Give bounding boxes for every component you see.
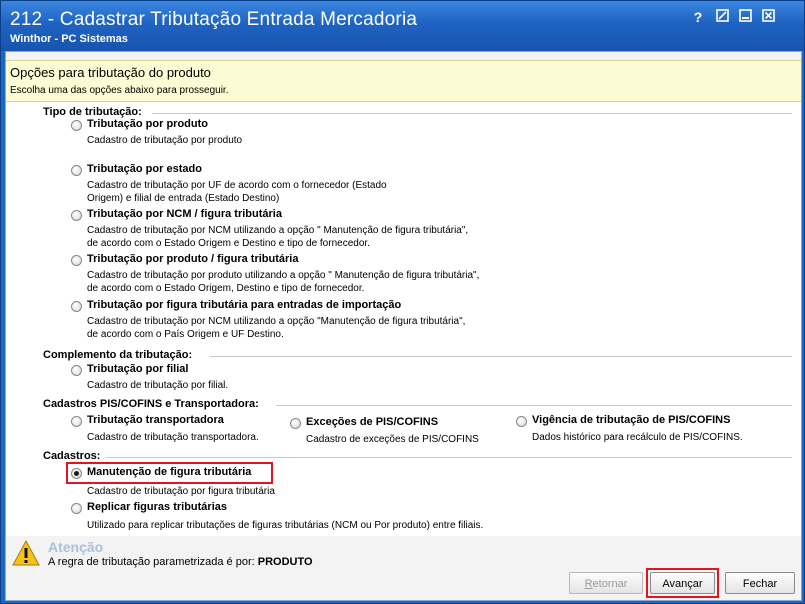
- option-manutencao-label[interactable]: Manutenção de figura tributária: [87, 466, 251, 478]
- warning-title: Atenção: [48, 539, 104, 555]
- radio-transportadora[interactable]: [71, 416, 82, 427]
- help-icon[interactable]: ?: [689, 8, 707, 26]
- option-transportadora-label[interactable]: Tributação transportadora: [87, 414, 224, 426]
- option-por-produto-label[interactable]: Tributação por produto: [87, 118, 208, 130]
- header-subtitle: Escolha uma das opções abaixo para pross…: [10, 85, 229, 96]
- option-por-ncm-desc-1: Cadastro de tributação por NCM utilizand…: [87, 225, 469, 236]
- fechar-button[interactable]: Fechar: [725, 572, 795, 594]
- option-por-filial-label[interactable]: Tributação por filial: [87, 363, 188, 375]
- warning-text: A regra de tributação parametrizada é po…: [48, 556, 313, 568]
- radio-importacao[interactable]: [71, 301, 82, 312]
- warning-message: A regra de tributação parametrizada é po…: [48, 556, 255, 568]
- header-panel: Opções para tributação do produto Escolh…: [6, 60, 801, 102]
- option-vigencia-label[interactable]: Vigência de tributação de PIS/COFINS: [532, 414, 730, 426]
- option-por-produto-desc: Cadastro de tributação por produto: [87, 135, 243, 146]
- avancar-button[interactable]: Avançar: [650, 572, 715, 594]
- option-por-produto-figura-desc-2: de acordo com o Estado Origem, Destino e…: [87, 283, 365, 294]
- option-por-estado-label[interactable]: Tributação por estado: [87, 163, 202, 175]
- option-excecoes-desc: Cadastro de exceções de PIS/COFINS: [306, 434, 479, 445]
- radio-replicar[interactable]: [71, 503, 82, 514]
- group-complemento-label: Complemento da tributação:: [43, 349, 193, 361]
- group-tipo-divider: [152, 113, 792, 114]
- option-importacao-label[interactable]: Tributação por figura tributária para en…: [87, 299, 401, 311]
- radio-por-estado[interactable]: [71, 165, 82, 176]
- option-por-produto-figura-desc-1: Cadastro de tributação por produto utili…: [87, 270, 480, 281]
- retornar-button[interactable]: Retornar: [569, 572, 643, 594]
- radio-por-ncm[interactable]: [71, 210, 82, 221]
- group-complemento-divider: [210, 356, 792, 357]
- radio-por-produto[interactable]: [71, 120, 82, 131]
- client-area: Opções para tributação do produto Escolh…: [5, 51, 802, 601]
- radio-excecoes[interactable]: [290, 418, 301, 429]
- application-window: 212 - Cadastrar Tributação Entrada Merca…: [0, 0, 805, 604]
- option-vigencia-desc: Dados histórico para recálculo de PIS/CO…: [532, 432, 743, 443]
- warning-value: PRODUTO: [257, 556, 313, 568]
- maximize-icon[interactable]: [713, 8, 731, 26]
- title-bar[interactable]: 212 - Cadastrar Tributação Entrada Merca…: [1, 1, 804, 51]
- header-title: Opções para tributação do produto: [10, 65, 211, 80]
- option-por-ncm-label[interactable]: Tributação por NCM / figura tributária: [87, 208, 282, 220]
- option-por-estado-desc-2: Origem) e filial de entrada (Estado Dest…: [87, 193, 280, 204]
- option-replicar-desc: Utilizado para replicar tributações de f…: [87, 520, 484, 531]
- radio-vigencia[interactable]: [516, 416, 527, 427]
- option-importacao-desc-1: Cadastro de tributação por NCM utilizand…: [87, 316, 466, 327]
- radio-por-produto-figura[interactable]: [71, 255, 82, 266]
- option-por-filial-desc: Cadastro de tributação por filial.: [87, 380, 229, 391]
- group-cadastros-label: Cadastros:: [43, 450, 101, 462]
- warning-icon: [12, 539, 40, 566]
- option-manutencao-desc: Cadastro de tributação por figura tribut…: [87, 486, 275, 497]
- radio-manutencao[interactable]: [71, 468, 82, 479]
- group-tipo-label: Tipo de tributação:: [43, 106, 142, 118]
- radio-por-filial[interactable]: [71, 365, 82, 376]
- options-panel: Tipo de tributação: Tributação por produ…: [6, 102, 801, 536]
- option-importacao-desc-2: de acordo com o País Origem e UF Destino…: [87, 329, 284, 340]
- close-icon[interactable]: [759, 8, 777, 26]
- window-title: 212 - Cadastrar Tributação Entrada Merca…: [10, 9, 418, 30]
- option-por-ncm-desc-2: de acordo com o Estado Origem e Destino …: [87, 238, 370, 249]
- group-cadastros-divider: [106, 457, 792, 458]
- group-pis-label: Cadastros PIS/COFINS e Transportadora:: [43, 398, 259, 410]
- option-transportadora-desc: Cadastro de tributação transportadora.: [87, 432, 259, 443]
- option-por-produto-figura-label[interactable]: Tributação por produto / figura tributár…: [87, 253, 298, 265]
- option-por-estado-desc-1: Cadastro de tributação por UF de acordo …: [87, 180, 387, 191]
- minimize-icon[interactable]: [736, 8, 754, 26]
- option-excecoes-label[interactable]: Exceções de PIS/COFINS: [306, 416, 438, 428]
- group-pis-divider: [276, 405, 792, 406]
- option-replicar-label[interactable]: Replicar figuras tributárias: [87, 501, 227, 513]
- footer-panel: Atenção A regra de tributação parametriz…: [6, 536, 801, 600]
- window-subtitle: Winthor - PC Sistemas: [10, 33, 128, 45]
